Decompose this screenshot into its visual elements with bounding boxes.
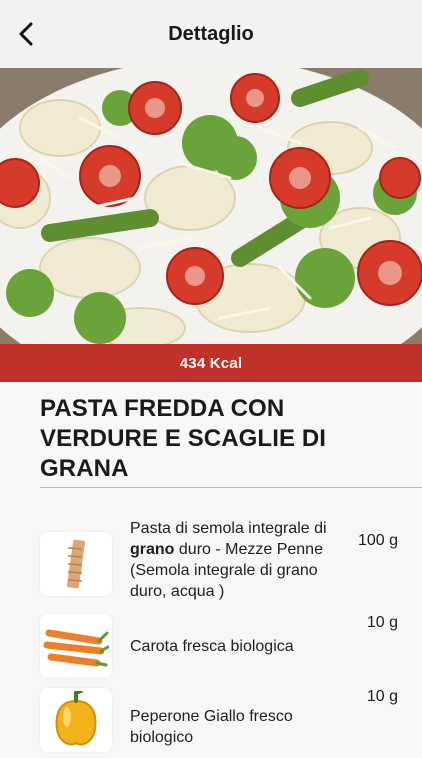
ingredient-row[interactable]: Peperone Giallo fresco biologico 10 g xyxy=(40,688,410,758)
ingredient-name: Carota fresca biologica xyxy=(130,638,294,655)
ingredient-row[interactable]: Pasta di semola integrale di grano duro … xyxy=(40,510,410,600)
recipe-details: PASTA FREDDA CON VERDURE E SCAGLIE DI GR… xyxy=(0,382,422,752)
carrot-icon xyxy=(40,614,112,678)
recipe-photo xyxy=(0,68,422,344)
recipe-title: PASTA FREDDA CON VERDURE E SCAGLIE DI GR… xyxy=(40,395,327,482)
page-title: Dettaglio xyxy=(168,22,254,45)
yellow-pepper-icon xyxy=(40,688,112,752)
penne-pasta-icon xyxy=(40,532,112,596)
calories-banner: 434 Kcal xyxy=(0,344,422,382)
chevron-left-icon xyxy=(19,22,33,46)
divider xyxy=(40,487,422,488)
navbar: Dettaglio xyxy=(0,0,422,68)
ingredient-quantity: 10 g xyxy=(366,614,398,631)
back-button[interactable] xyxy=(12,20,40,48)
ingredient-name: Peperone Giallo fresco biologico xyxy=(130,708,293,746)
ingredient-row[interactable]: Carota fresca biologica 10 g xyxy=(40,614,410,680)
ingredient-name: Pasta di semola integrale di grano duro … xyxy=(130,520,327,600)
ingredient-quantity: 100 g xyxy=(357,532,398,549)
ingredient-quantity: 10 g xyxy=(366,688,398,705)
